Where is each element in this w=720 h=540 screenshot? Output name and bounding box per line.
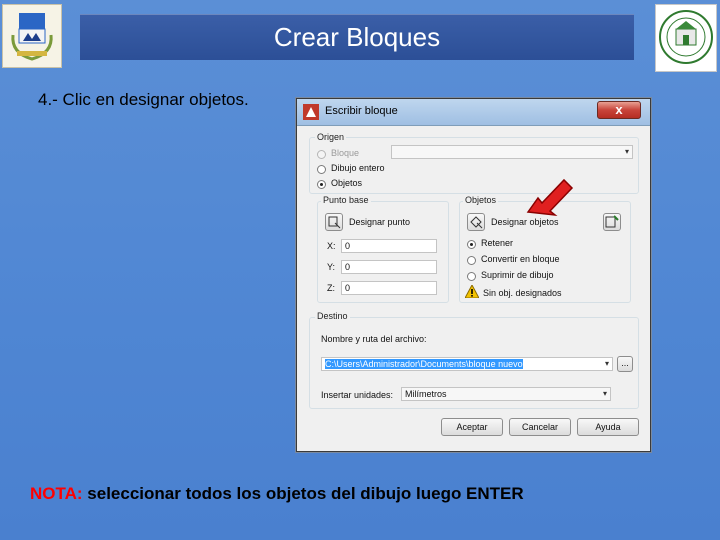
select-objects-icon xyxy=(470,216,483,229)
x-label: X: xyxy=(327,241,336,251)
institution-logo-right xyxy=(655,4,717,72)
quick-select-icon xyxy=(605,215,619,228)
slide-title: Crear Bloques xyxy=(80,14,634,60)
dialog-titlebar[interactable]: Escribir bloque x xyxy=(297,99,650,126)
destino-legend: Destino xyxy=(315,311,350,321)
help-button[interactable]: Ayuda xyxy=(577,418,639,436)
warning-icon xyxy=(465,285,479,298)
radio-suprimir[interactable] xyxy=(467,272,476,281)
note-body: seleccionar todos los objetos del dibujo… xyxy=(82,484,524,503)
note-text: NOTA: seleccionar todos los objetos del … xyxy=(30,484,524,504)
close-button[interactable]: x xyxy=(597,101,641,119)
crest-icon xyxy=(11,13,53,61)
x-field[interactable]: 0 xyxy=(341,239,437,253)
radio-suprimir-label: Suprimir de dibujo xyxy=(481,270,554,280)
quick-select-button[interactable] xyxy=(603,213,621,231)
pick-point-label[interactable]: Designar punto xyxy=(349,217,410,227)
punto-base-legend: Punto base xyxy=(321,195,371,205)
z-field[interactable]: 0 xyxy=(341,281,437,295)
path-field[interactable]: C:\Users\Administrador\Documents\bloque … xyxy=(321,357,613,371)
y-label: Y: xyxy=(327,262,336,272)
institution-logo-left xyxy=(2,4,62,68)
select-objects-icon-button[interactable] xyxy=(467,213,485,231)
dialog-body: Origen Bloque ▾ Dibujo entero Objetos Pu… xyxy=(303,129,644,447)
dialog-title: Escribir bloque xyxy=(325,105,398,117)
cancel-button[interactable]: Cancelar xyxy=(509,418,571,436)
note-label: NOTA: xyxy=(30,484,83,503)
chevron-down-icon: ▾ xyxy=(604,359,609,368)
objetos-legend: Objetos xyxy=(463,195,499,205)
step-instruction: 4.- Clic en designar objetos. xyxy=(38,90,249,109)
browse-button[interactable]: ... xyxy=(617,356,633,372)
red-arrow-icon xyxy=(526,178,574,217)
path-value: C:\Users\Administrador\Documents\bloque … xyxy=(325,359,523,369)
radio-convertir-label: Convertir en bloque xyxy=(481,254,560,264)
z-label: Z: xyxy=(327,283,335,293)
radio-retener-label: Retener xyxy=(481,238,514,248)
chevron-down-icon: ▾ xyxy=(602,389,607,398)
radio-dibujo-entero-label: Dibujo entero xyxy=(331,163,385,173)
radio-objetos-label: Objetos xyxy=(331,178,363,188)
radio-objetos[interactable] xyxy=(317,180,326,189)
radio-bloque-label: Bloque xyxy=(331,148,360,158)
radio-retener[interactable] xyxy=(467,240,476,249)
select-objects-label[interactable]: Designar objetos xyxy=(491,217,559,227)
radio-dibujo-entero[interactable] xyxy=(317,165,326,174)
pick-point-icon-button[interactable] xyxy=(325,213,343,231)
block-name-select[interactable]: ▾ xyxy=(391,145,633,159)
accept-button[interactable]: Aceptar xyxy=(441,418,503,436)
write-block-dialog: Escribir bloque x Origen Bloque ▾ Dibujo… xyxy=(296,98,651,452)
chevron-down-icon: ▾ xyxy=(624,147,629,156)
y-field[interactable]: 0 xyxy=(341,260,437,274)
no-objects-warning: Sin obj. designados xyxy=(483,288,562,298)
units-select[interactable]: Milímetros ▾ xyxy=(401,387,611,401)
origen-legend: Origen xyxy=(315,132,347,142)
radio-bloque[interactable] xyxy=(317,150,326,159)
autocad-icon xyxy=(303,104,319,120)
pick-point-icon xyxy=(328,216,341,229)
units-value: Milímetros xyxy=(405,389,447,399)
radio-convertir[interactable] xyxy=(467,256,476,265)
path-label: Nombre y ruta del archivo: xyxy=(321,334,427,344)
units-label: Insertar unidades: xyxy=(321,390,394,400)
seal-icon xyxy=(659,10,713,64)
